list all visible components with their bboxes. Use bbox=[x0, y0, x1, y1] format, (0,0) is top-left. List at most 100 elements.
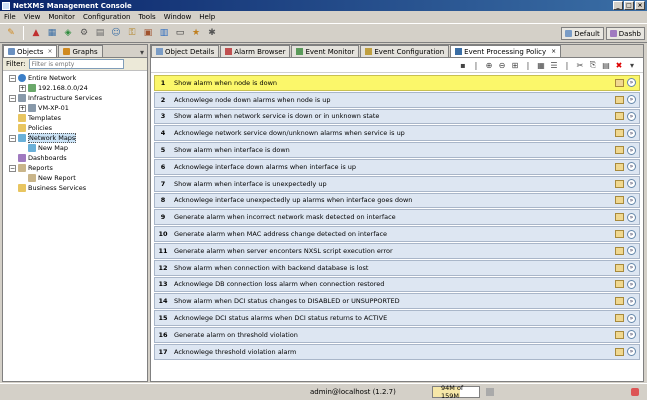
edit-rule-icon[interactable] bbox=[615, 280, 624, 289]
tab-object-details[interactable]: Object Details bbox=[151, 45, 220, 57]
collapse-icon[interactable]: − bbox=[9, 134, 16, 142]
menu-monitor[interactable]: Monitor bbox=[48, 13, 75, 21]
edit-rule-icon[interactable] bbox=[615, 179, 624, 188]
expand-rule-icon[interactable]: » bbox=[627, 229, 636, 239]
tree-node[interactable]: − Reports bbox=[9, 163, 147, 173]
console-icon[interactable]: ▭ bbox=[173, 26, 187, 40]
edit-rule-icon[interactable] bbox=[615, 297, 624, 306]
tab-alarm-browser[interactable]: Alarm Browser bbox=[220, 45, 291, 57]
memory-indicator[interactable]: 94M of 159M bbox=[432, 384, 480, 400]
expand-rule-icon[interactable]: » bbox=[627, 162, 636, 172]
policy-rule[interactable]: 4 Acknowlege network service down/unknown… bbox=[154, 125, 640, 142]
alarm-icon[interactable]: ▲ bbox=[29, 26, 43, 40]
edit-rule-icon[interactable] bbox=[615, 162, 624, 171]
policy-rule[interactable]: 11 Generate alarm when server enconters N… bbox=[154, 242, 640, 259]
tree-node[interactable]: New Report bbox=[9, 173, 147, 183]
perspective-dashboard[interactable]: Dashb bbox=[605, 27, 645, 40]
expand-rule-icon[interactable]: » bbox=[627, 212, 636, 222]
tree-node[interactable]: − Infrastructure Services bbox=[9, 93, 147, 103]
view-menu-icon[interactable]: ▾ bbox=[140, 48, 144, 57]
expand-rule-icon[interactable]: » bbox=[627, 95, 636, 105]
edit-rule-icon[interactable] bbox=[615, 78, 624, 87]
tree-node[interactable]: New Map bbox=[9, 143, 147, 153]
expand-rule-icon[interactable]: » bbox=[627, 145, 636, 155]
settings-icon[interactable]: ✱ bbox=[205, 26, 219, 40]
edit-rule-icon[interactable] bbox=[615, 112, 624, 121]
tree-node[interactable]: − Network Maps bbox=[9, 133, 147, 143]
policy-rule[interactable]: 1 Show alarm when node is down » bbox=[154, 75, 640, 91]
paste-icon[interactable]: ▤ bbox=[601, 60, 611, 70]
edit-rule-icon[interactable] bbox=[615, 129, 624, 138]
view-menu-icon[interactable]: ▾ bbox=[627, 60, 637, 70]
policy-rule[interactable]: 15 Acknowlege DCI status alarms when DCI … bbox=[154, 310, 640, 326]
collapse-icon[interactable]: − bbox=[9, 94, 16, 102]
edit-rule-icon[interactable] bbox=[615, 330, 624, 339]
garbage-collect-icon[interactable] bbox=[486, 388, 494, 396]
expand-icon[interactable]: + bbox=[19, 104, 26, 112]
list-icon[interactable]: ☰ bbox=[549, 60, 559, 70]
delete-icon[interactable]: ✖ bbox=[614, 60, 624, 70]
policy-rule[interactable]: 7 Show alarm when interface is unexpected… bbox=[154, 175, 640, 192]
policy-rule[interactable]: 13 Acknowlege DB connection loss alarm wh… bbox=[154, 276, 640, 293]
menu-help[interactable]: Help bbox=[199, 13, 215, 21]
policy-rule[interactable]: 9 Generate alarm when incorrect network m… bbox=[154, 209, 640, 226]
package-icon[interactable]: ▣ bbox=[141, 26, 155, 40]
policy-rule[interactable]: 5 Show alarm when interface is down » bbox=[154, 142, 640, 158]
policy-rule[interactable]: 3 Show alarm when network service is down… bbox=[154, 108, 640, 125]
tree-node[interactable]: Templates bbox=[9, 113, 147, 123]
policy-rule[interactable]: 6 Acknowlege interface down alarms when i… bbox=[154, 158, 640, 175]
close-icon[interactable]: × bbox=[551, 48, 556, 55]
policy-rule[interactable]: 2 Acknowlege node down alarms when node i… bbox=[154, 91, 640, 108]
edit-rule-icon[interactable] bbox=[615, 146, 624, 155]
tree-node[interactable]: − Entire Network bbox=[9, 73, 147, 83]
filter-input[interactable] bbox=[28, 59, 124, 69]
edit-rule-icon[interactable] bbox=[615, 196, 624, 205]
map-icon[interactable]: ◈ bbox=[61, 26, 75, 40]
policy-rule[interactable]: 17 Acknowlege threshold violation alarm » bbox=[154, 343, 640, 360]
tab-graphs[interactable]: Graphs bbox=[58, 45, 103, 57]
dashboard-icon[interactable]: ▦ bbox=[45, 26, 59, 40]
wizard-icon[interactable]: ✎ bbox=[4, 26, 18, 40]
close-icon[interactable]: × bbox=[47, 48, 52, 55]
error-log-icon[interactable] bbox=[631, 388, 639, 396]
tree-node[interactable]: Policies bbox=[9, 123, 147, 133]
menu-view[interactable]: View bbox=[24, 13, 41, 21]
collapse-icon[interactable]: ⊖ bbox=[497, 60, 507, 70]
chart-icon[interactable]: ▥ bbox=[157, 26, 171, 40]
menu-tools[interactable]: Tools bbox=[138, 13, 155, 21]
tab-event-monitor[interactable]: Event Monitor bbox=[291, 45, 360, 57]
tab-event-processing-policy[interactable]: Event Processing Policy × bbox=[450, 45, 562, 57]
edit-rule-icon[interactable] bbox=[615, 230, 624, 239]
expand-rule-icon[interactable]: » bbox=[627, 111, 636, 121]
edit-rule-icon[interactable] bbox=[615, 213, 624, 222]
collapse-icon[interactable]: − bbox=[9, 164, 16, 172]
tree-node[interactable]: +192.168.0.0/24 bbox=[9, 83, 147, 93]
perspective-default[interactable]: Default bbox=[561, 27, 604, 40]
policy-rule[interactable]: 14 Show alarm when DCI status changes to … bbox=[154, 293, 640, 310]
lock-icon[interactable]: ⚿ bbox=[125, 26, 139, 40]
expand-rule-icon[interactable]: » bbox=[627, 195, 636, 205]
menu-window[interactable]: Window bbox=[164, 13, 192, 21]
edit-rule-icon[interactable] bbox=[615, 314, 624, 323]
policy-rule[interactable]: 8 Acknowlege interface unexpectedly up al… bbox=[154, 192, 640, 209]
maximize-button[interactable]: □ bbox=[624, 1, 634, 10]
policy-rule[interactable]: 16 Generate alarm on threshold violation » bbox=[154, 326, 640, 343]
edit-rule-icon[interactable] bbox=[615, 95, 624, 104]
expand-rule-icon[interactable]: » bbox=[627, 296, 636, 306]
tree-node[interactable]: Business Services bbox=[9, 183, 147, 193]
tab-event-configuration[interactable]: Event Configuration bbox=[360, 45, 450, 57]
cut-icon[interactable]: ✂ bbox=[575, 60, 585, 70]
expand-rule-icon[interactable]: » bbox=[627, 78, 636, 88]
menu-file[interactable]: File bbox=[4, 13, 16, 21]
policy-rule[interactable]: 10 Generate alarm when MAC address change… bbox=[154, 226, 640, 242]
copy-icon[interactable]: ⎘ bbox=[588, 60, 598, 70]
add-rule-icon[interactable]: ⊕ bbox=[484, 60, 494, 70]
edit-rule-icon[interactable] bbox=[615, 263, 624, 272]
tree-node[interactable]: Dashboards bbox=[9, 153, 147, 163]
tab-objects[interactable]: Objects × bbox=[3, 45, 58, 57]
expand-rule-icon[interactable]: » bbox=[627, 279, 636, 289]
users-icon[interactable]: ☺ bbox=[109, 26, 123, 40]
expand-icon[interactable]: + bbox=[19, 84, 26, 92]
close-button[interactable]: × bbox=[635, 1, 645, 10]
expand-rule-icon[interactable]: » bbox=[627, 313, 636, 323]
